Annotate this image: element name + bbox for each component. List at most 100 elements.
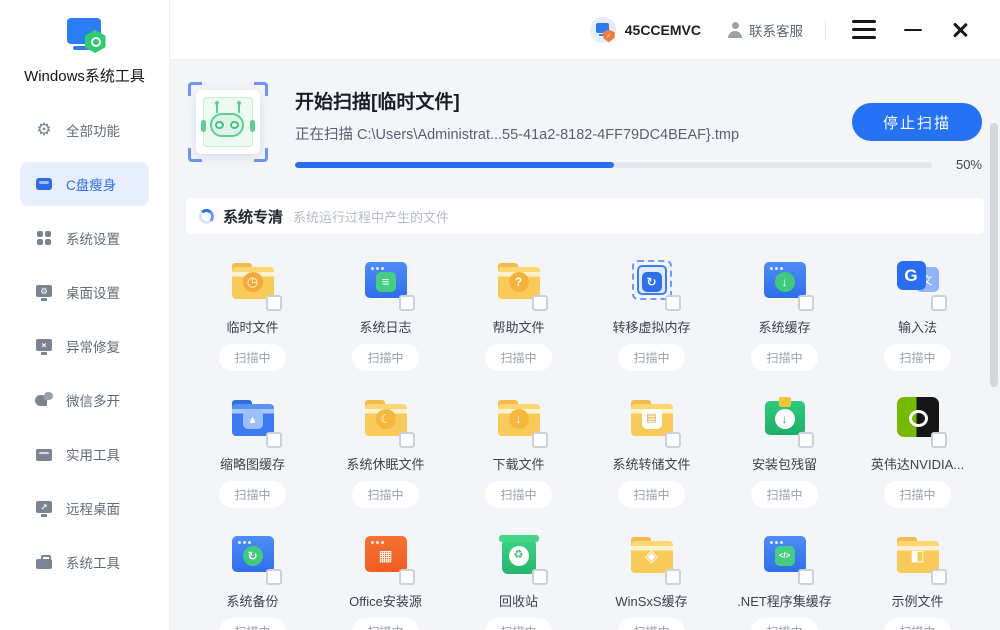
- item-label: 转移虚拟内存: [585, 317, 718, 336]
- scrollbar-thumb[interactable]: [990, 123, 998, 387]
- sidebar-item-6[interactable]: 实用工具: [20, 432, 149, 476]
- scan-category-item[interactable]: </> .NET程序集缓存 扫描中: [718, 508, 851, 630]
- item-checkbox[interactable]: [665, 569, 681, 585]
- recycle-bin-icon: ♻: [495, 530, 543, 578]
- scan-category-item[interactable]: ↻ 转移虚拟内存 扫描中: [585, 234, 718, 371]
- status-badge: 扫描中: [485, 618, 551, 630]
- scan-category-item[interactable]: ▦ Office安装源 扫描中: [319, 508, 452, 630]
- error-repair-monitor-icon: ×: [35, 337, 53, 355]
- progress-percent: 50%: [944, 157, 982, 172]
- item-checkbox[interactable]: [532, 569, 548, 585]
- scan-category-item[interactable]: ◷ 临时文件 扫描中: [186, 234, 319, 371]
- sample-files-icon: ◧: [894, 530, 942, 578]
- sidebar-item-5[interactable]: 微信多开: [20, 378, 149, 422]
- item-checkbox[interactable]: [931, 569, 947, 585]
- scan-category-item[interactable]: 英伟达NVIDIA... 扫描中: [851, 371, 984, 508]
- menu-icon[interactable]: [852, 20, 876, 39]
- item-checkbox[interactable]: [798, 295, 814, 311]
- item-checkbox[interactable]: [399, 432, 415, 448]
- item-checkbox[interactable]: [931, 432, 947, 448]
- item-checkbox[interactable]: [532, 432, 548, 448]
- sidebar-item-8[interactable]: 系统工具: [20, 540, 149, 584]
- contact-support-button[interactable]: 联系客服: [727, 20, 803, 40]
- sidebar-item-2[interactable]: 系统设置: [20, 216, 149, 260]
- system-settings-grid-icon: [35, 229, 53, 247]
- status-badge: 扫描中: [485, 344, 551, 371]
- progress-bar-fill: [295, 162, 614, 168]
- system-tools-briefcase-icon: [35, 553, 53, 571]
- sidebar-item-label: C盘瘦身: [66, 174, 116, 194]
- scan-category-item[interactable]: ♻ 回收站 扫描中: [452, 508, 585, 630]
- scan-category-item[interactable]: ↻ 系统备份 扫描中: [186, 508, 319, 630]
- item-label: 示例文件: [851, 591, 984, 610]
- app-title: Windows系统工具: [0, 65, 169, 86]
- item-checkbox[interactable]: [665, 295, 681, 311]
- item-label: 系统缓存: [718, 317, 851, 336]
- sidebar-item-4[interactable]: × 异常修复: [20, 324, 149, 368]
- system-dump-files-icon: ▤: [628, 393, 676, 441]
- c-drive-slim-disk-icon: [35, 175, 53, 193]
- scan-category-item[interactable]: ↓ 系统缓存 扫描中: [718, 234, 851, 371]
- nvidia-cache-icon: [894, 393, 942, 441]
- stop-scan-button[interactable]: 停止扫描: [852, 103, 982, 141]
- scan-category-item[interactable]: ☾ 系统休眠文件 扫描中: [319, 371, 452, 508]
- system-log-icon: ≡: [362, 256, 410, 304]
- item-checkbox[interactable]: [798, 569, 814, 585]
- status-badge: 扫描中: [884, 344, 950, 371]
- progress-bar: [295, 162, 932, 168]
- username: 45CCEMVC: [625, 22, 701, 38]
- scan-robot-avatar: [188, 82, 268, 162]
- main-content: 开始扫描[临时文件] 正在扫描 C:\Users\Administrat...5…: [170, 60, 1000, 630]
- status-badge: 扫描中: [751, 344, 817, 371]
- item-checkbox[interactable]: [798, 432, 814, 448]
- minimize-icon[interactable]: [904, 20, 922, 40]
- installer-residue-box-icon: ↓: [761, 393, 809, 441]
- scan-category-item[interactable]: ≡ 系统日志 扫描中: [319, 234, 452, 371]
- status-badge: 扫描中: [352, 481, 418, 508]
- scan-category-item[interactable]: ▤ 系统转储文件 扫描中: [585, 371, 718, 508]
- thumbnail-cache-icon: ▴: [229, 393, 277, 441]
- sidebar-item-3[interactable]: ⚙ 桌面设置: [20, 270, 149, 314]
- sidebar-item-0[interactable]: 全部功能: [20, 108, 149, 152]
- item-checkbox[interactable]: [665, 432, 681, 448]
- robot-icon: [203, 97, 253, 147]
- scan-category-item[interactable]: ↓ 安装包残留 扫描中: [718, 371, 851, 508]
- status-badge: 扫描中: [485, 481, 551, 508]
- app-logo-icon: [61, 16, 109, 58]
- scan-category-item[interactable]: ↓ 下载文件 扫描中: [452, 371, 585, 508]
- system-backup-icon: ↻: [229, 530, 277, 578]
- item-checkbox[interactable]: [532, 295, 548, 311]
- sidebar-item-label: 系统工具: [66, 552, 120, 572]
- scan-category-item[interactable]: ◈ WinSxS缓存 扫描中: [585, 508, 718, 630]
- sidebar-item-1[interactable]: C盘瘦身: [20, 162, 149, 206]
- utility-tools-box-icon: [35, 445, 53, 463]
- scan-grid: ◷ 临时文件 扫描中 ≡ 系统日志 扫描中 ? 帮助文件 扫描中 ↻ 转移虚拟内…: [186, 234, 984, 630]
- contact-support-label: 联系客服: [749, 20, 803, 40]
- virtual-memory-chip-icon: ↻: [628, 256, 676, 304]
- item-checkbox[interactable]: [266, 432, 282, 448]
- status-badge: 扫描中: [884, 618, 950, 630]
- item-checkbox[interactable]: [266, 569, 282, 585]
- item-checkbox[interactable]: [399, 569, 415, 585]
- scan-category-item[interactable]: ? 帮助文件 扫描中: [452, 234, 585, 371]
- sidebar-item-label: 异常修复: [66, 336, 120, 356]
- loading-spinner-icon: [199, 209, 214, 224]
- status-badge: 扫描中: [618, 618, 684, 630]
- item-label: 下载文件: [452, 454, 585, 473]
- status-badge: 扫描中: [618, 344, 684, 371]
- hibernation-files-icon: ☾: [362, 393, 410, 441]
- user-account[interactable]: 45CCEMVC: [590, 17, 701, 43]
- scan-category-item[interactable]: ◧ 示例文件 扫描中: [851, 508, 984, 630]
- close-icon[interactable]: [950, 20, 970, 40]
- sidebar-item-label: 远程桌面: [66, 498, 120, 518]
- item-label: 输入法: [851, 317, 984, 336]
- sidebar-item-7[interactable]: ↗ 远程桌面: [20, 486, 149, 530]
- item-checkbox[interactable]: [399, 295, 415, 311]
- scan-category-item[interactable]: 输入法 扫描中: [851, 234, 984, 371]
- scan-category-item[interactable]: ▴ 缩略图缓存 扫描中: [186, 371, 319, 508]
- item-checkbox[interactable]: [931, 295, 947, 311]
- item-checkbox[interactable]: [266, 295, 282, 311]
- status-badge: 扫描中: [618, 481, 684, 508]
- temp-files-icon: ◷: [229, 256, 277, 304]
- item-label: 系统休眠文件: [319, 454, 452, 473]
